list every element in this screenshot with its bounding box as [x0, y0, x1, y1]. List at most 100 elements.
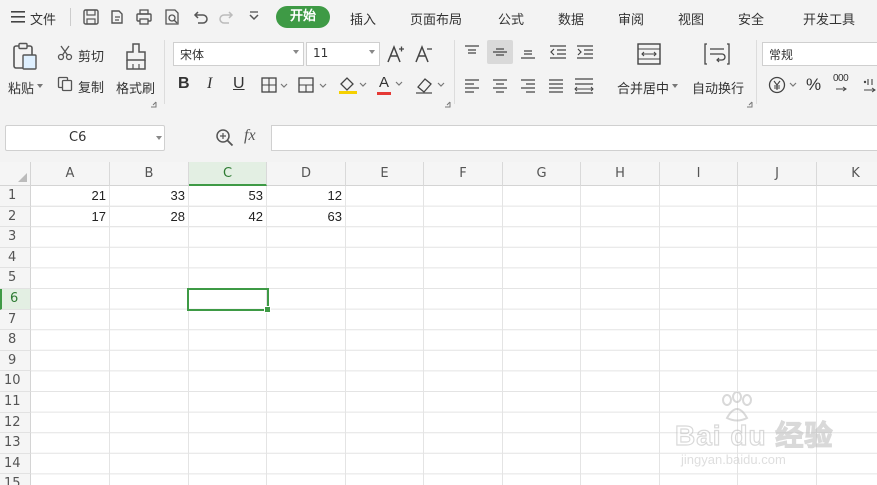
cut-icon[interactable] [57, 45, 73, 61]
row-header-13[interactable]: 13 [0, 433, 31, 454]
column-header-a[interactable]: A [31, 162, 110, 186]
row-header-9[interactable]: 9 [0, 350, 31, 372]
italic-button[interactable]: I [207, 75, 212, 93]
tab-formulas[interactable]: 公式 [498, 9, 524, 28]
cell-a2[interactable]: 17 [31, 206, 110, 228]
paste-dropdown-icon[interactable] [37, 84, 43, 88]
tab-page-layout[interactable]: 页面布局 [410, 9, 462, 28]
copy-icon[interactable] [57, 76, 73, 92]
font-launcher-icon[interactable] [444, 101, 451, 108]
row-header-3[interactable]: 3 [0, 227, 31, 248]
paste-icon[interactable] [11, 42, 39, 72]
cell-b1[interactable]: 33 [110, 186, 189, 207]
copy-button[interactable]: 复制 [78, 77, 104, 96]
column-header-h[interactable]: H [581, 162, 660, 186]
align-middle-icon[interactable] [492, 45, 508, 59]
row-header-15[interactable]: 15 [0, 474, 31, 485]
export-pdf-icon[interactable] [108, 8, 126, 26]
cell-d2[interactable]: 63 [267, 206, 346, 228]
tab-data[interactable]: 数据 [558, 9, 584, 28]
increase-font-size-icon[interactable] [387, 44, 405, 64]
select-all-corner[interactable] [0, 162, 31, 186]
print-icon[interactable] [135, 8, 153, 26]
column-header-g[interactable]: G [503, 162, 581, 186]
clipboard-launcher-icon[interactable] [150, 101, 157, 108]
row-header-11[interactable]: 11 [0, 392, 31, 413]
row-header-2[interactable]: 2 [0, 206, 31, 228]
column-header-f[interactable]: F [424, 162, 503, 186]
font-color-dropdown-icon[interactable] [395, 81, 403, 87]
fill-handle[interactable] [264, 306, 271, 313]
align-center-icon[interactable] [492, 79, 508, 93]
column-header-b[interactable]: B [110, 162, 189, 186]
underline-button[interactable]: U [233, 75, 245, 93]
cell-a1[interactable]: 21 [31, 186, 110, 207]
print-preview-icon[interactable] [163, 8, 181, 26]
cell-c1[interactable]: 53 [189, 186, 267, 207]
name-box[interactable]: C6 [5, 125, 165, 151]
undo-icon[interactable] [191, 8, 209, 26]
wrap-text-button[interactable]: 自动换行 [692, 78, 744, 97]
conditional-border-icon[interactable] [298, 77, 328, 93]
borders-icon[interactable] [261, 77, 289, 93]
hamburger-menu-icon[interactable] [11, 11, 25, 23]
merge-center-button[interactable]: 合并居中 [617, 78, 669, 97]
wrap-text-icon[interactable] [704, 43, 730, 65]
cell-d1[interactable]: 12 [267, 186, 346, 207]
tab-home[interactable]: 开始 [276, 6, 330, 28]
format-painter-icon[interactable] [124, 42, 148, 72]
merge-dropdown-icon[interactable] [672, 84, 678, 88]
format-painter-button[interactable]: 格式刷 [116, 78, 155, 97]
row-header-12[interactable]: 12 [0, 412, 31, 434]
increase-indent-icon[interactable] [576, 45, 594, 59]
paste-button[interactable]: 粘贴 [8, 78, 34, 97]
row-header-6[interactable]: 6 [0, 289, 31, 310]
row-header-5[interactable]: 5 [0, 268, 31, 289]
align-right-icon[interactable] [520, 79, 536, 93]
column-header-j[interactable]: J [738, 162, 817, 186]
column-header-e[interactable]: E [346, 162, 424, 186]
insert-function-button[interactable]: fx [244, 127, 256, 145]
row-header-4[interactable]: 4 [0, 247, 31, 269]
justify-icon[interactable] [548, 79, 564, 93]
font-name-select[interactable]: 宋体 [173, 42, 304, 66]
selected-cell-c6[interactable] [187, 287, 269, 311]
decrease-indent-icon[interactable] [549, 45, 567, 59]
cell-b2[interactable]: 28 [110, 206, 189, 228]
row-header-1[interactable]: 1 [0, 186, 31, 207]
column-header-k[interactable]: K [817, 162, 877, 186]
clear-formatting-icon[interactable] [414, 75, 446, 95]
file-menu[interactable]: 文件 [30, 9, 56, 28]
customize-toolbar-icon[interactable] [245, 8, 263, 26]
merge-center-icon[interactable] [637, 43, 661, 65]
tab-review[interactable]: 审阅 [618, 9, 644, 28]
zoom-search-icon[interactable] [215, 128, 235, 148]
tab-view[interactable]: 视图 [678, 9, 704, 28]
formula-input[interactable] [271, 125, 877, 151]
distributed-align-icon[interactable] [574, 78, 594, 94]
fill-color-icon[interactable] [338, 75, 368, 95]
decrease-font-size-icon[interactable] [415, 44, 433, 64]
column-header-d[interactable]: D [267, 162, 346, 186]
row-header-14[interactable]: 14 [0, 453, 31, 475]
tab-insert[interactable]: 插入 [350, 9, 376, 28]
row-header-7[interactable]: 7 [0, 309, 31, 331]
align-top-icon[interactable] [464, 45, 480, 59]
cut-button[interactable]: 剪切 [78, 46, 104, 65]
row-header-8[interactable]: 8 [0, 330, 31, 351]
align-left-icon[interactable] [464, 79, 480, 93]
percent-button[interactable]: % [806, 75, 821, 95]
alignment-launcher-icon[interactable] [746, 101, 753, 108]
thousands-separator-button[interactable]: 000 [833, 73, 849, 84]
font-color-button[interactable]: A [379, 74, 389, 91]
currency-icon[interactable] [768, 76, 798, 94]
cell-c2[interactable]: 42 [189, 206, 267, 228]
column-header-c[interactable]: C [189, 162, 267, 186]
save-icon[interactable] [82, 8, 100, 26]
tab-security[interactable]: 安全 [738, 9, 764, 28]
align-bottom-icon[interactable] [520, 45, 536, 59]
column-header-i[interactable]: I [660, 162, 738, 186]
tab-developer[interactable]: 开发工具 [803, 9, 855, 28]
font-size-select[interactable]: 11 [306, 42, 380, 66]
redo-icon[interactable] [218, 8, 236, 26]
